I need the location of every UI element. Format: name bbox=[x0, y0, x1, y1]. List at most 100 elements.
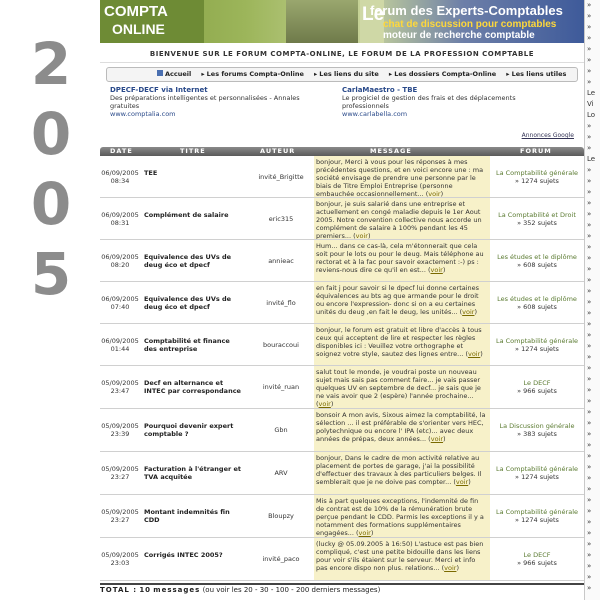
right-strip-item[interactable]: » bbox=[585, 198, 600, 209]
nav-item-useful-links[interactable]: ▸ Les liens utiles bbox=[506, 70, 566, 78]
view-link[interactable]: voir bbox=[468, 350, 480, 358]
ads-google-link[interactable]: Annonces Google bbox=[522, 132, 574, 139]
site-logo[interactable]: COMPTA ONLINE bbox=[100, 0, 204, 43]
row-forum[interactable]: Les études et le diplôme» 608 sujets bbox=[490, 253, 584, 269]
right-strip-item[interactable]: » bbox=[585, 528, 600, 539]
view-link[interactable]: voir bbox=[444, 564, 456, 572]
right-strip-item[interactable]: » bbox=[585, 231, 600, 242]
right-strip-item[interactable]: » bbox=[585, 33, 600, 44]
view-link[interactable]: voir bbox=[359, 529, 371, 537]
right-strip-item[interactable]: » bbox=[585, 484, 600, 495]
right-strip-item[interactable]: » bbox=[585, 572, 600, 583]
row-forum[interactable]: Le DECF» 966 sujets bbox=[490, 379, 584, 395]
right-strip-item[interactable]: » bbox=[585, 308, 600, 319]
row-title[interactable]: Comptabilité et finance des entreprise bbox=[144, 337, 244, 353]
row-author[interactable]: invité_Brigitte bbox=[250, 173, 312, 181]
right-strip-item[interactable]: » bbox=[585, 352, 600, 363]
row-forum[interactable]: Les études et le diplôme» 608 sujets bbox=[490, 295, 584, 311]
ad-item[interactable]: CarlaMaestro - TBE Le progiciel de gesti… bbox=[342, 86, 542, 118]
row-author[interactable]: invité_flo bbox=[250, 299, 312, 307]
right-strip-item[interactable]: » bbox=[585, 66, 600, 77]
total-more-links[interactable]: (ou voir les 20 - 30 - 100 - 200 dernier… bbox=[203, 586, 381, 594]
row-forum[interactable]: La Discussion générale» 383 sujets bbox=[490, 422, 584, 438]
right-strip-item[interactable]: » bbox=[585, 319, 600, 330]
nav-item-dossiers[interactable]: ▸ Les dossiers Compta-Online bbox=[389, 70, 496, 78]
right-strip-item[interactable]: » bbox=[585, 77, 600, 88]
right-strip-item[interactable]: » bbox=[585, 253, 600, 264]
row-title[interactable]: Pourquoi devenir expert comptable ? bbox=[144, 422, 244, 438]
row-forum[interactable]: La Comptabilité générale» 1274 sujets bbox=[490, 465, 584, 481]
right-strip-item[interactable]: » bbox=[585, 506, 600, 517]
row-author[interactable]: ARV bbox=[250, 469, 312, 477]
right-strip-item[interactable]: Le bbox=[585, 154, 600, 165]
row-forum[interactable]: La Comptabilité générale» 1274 sujets bbox=[490, 337, 584, 353]
right-strip-item[interactable]: » bbox=[585, 473, 600, 484]
row-title[interactable]: Montant indemnités fin CDD bbox=[144, 508, 244, 524]
right-strip-item[interactable]: Lo bbox=[585, 110, 600, 121]
right-strip-item[interactable]: » bbox=[585, 495, 600, 506]
right-strip-item[interactable]: » bbox=[585, 22, 600, 33]
row-author[interactable]: invité_ruan bbox=[250, 383, 312, 391]
right-strip-item[interactable]: » bbox=[585, 11, 600, 22]
row-author[interactable]: annieac bbox=[250, 257, 312, 265]
right-strip-item[interactable]: » bbox=[585, 121, 600, 132]
right-strip-item[interactable]: » bbox=[585, 583, 600, 594]
nav-item-forums[interactable]: ▸ Les forums Compta-Online bbox=[201, 70, 304, 78]
ad-url[interactable]: www.comptalia.com bbox=[110, 110, 310, 118]
ad-title[interactable]: CarlaMaestro - TBE bbox=[342, 86, 542, 94]
row-author[interactable]: invité_paco bbox=[250, 555, 312, 563]
ad-url[interactable]: www.carlabella.com bbox=[342, 110, 542, 118]
nav-item-home[interactable]: Accueil bbox=[157, 70, 191, 78]
row-title[interactable]: Equivalence des UVs de deug éco et dpecf bbox=[144, 253, 244, 269]
view-link[interactable]: voir bbox=[356, 232, 368, 239]
ad-item[interactable]: DPECF-DECF via Internet Des préparations… bbox=[110, 86, 310, 118]
right-strip-item[interactable]: » bbox=[585, 462, 600, 473]
right-strip-item[interactable]: » bbox=[585, 418, 600, 429]
view-link[interactable]: voir bbox=[319, 400, 331, 408]
right-strip-item[interactable]: » bbox=[585, 341, 600, 352]
right-strip-item[interactable]: Vi bbox=[585, 99, 600, 110]
right-strip-item[interactable]: » bbox=[585, 209, 600, 220]
row-author[interactable]: Gbn bbox=[250, 426, 312, 434]
right-strip-item[interactable]: » bbox=[585, 330, 600, 341]
nav-item-site-links[interactable]: ▸ Les liens du site bbox=[314, 70, 379, 78]
right-strip-item[interactable]: » bbox=[585, 143, 600, 154]
view-link[interactable]: voir bbox=[431, 435, 443, 443]
row-author[interactable]: bouraccoui bbox=[250, 341, 312, 349]
ad-title[interactable]: DPECF-DECF via Internet bbox=[110, 86, 310, 94]
right-strip-item[interactable]: » bbox=[585, 396, 600, 407]
right-strip-item[interactable]: » bbox=[585, 429, 600, 440]
right-strip-item[interactable]: » bbox=[585, 176, 600, 187]
view-link[interactable]: voir bbox=[428, 190, 440, 197]
right-strip-item[interactable]: » bbox=[585, 539, 600, 550]
right-strip-item[interactable]: » bbox=[585, 242, 600, 253]
row-title[interactable]: Equivalence des UVs de deug éco et dpecf bbox=[144, 295, 244, 311]
row-title[interactable]: Facturation à l'étranger et TVA acquitée bbox=[144, 465, 244, 481]
row-title[interactable]: Decf en alternance et INTEC par correspo… bbox=[144, 379, 244, 395]
right-strip-item[interactable]: » bbox=[585, 0, 600, 11]
right-strip-item[interactable]: » bbox=[585, 451, 600, 462]
right-strip-item[interactable]: » bbox=[585, 187, 600, 198]
right-strip-item[interactable]: » bbox=[585, 550, 600, 561]
row-forum[interactable]: Le DECF» 966 sujets bbox=[490, 551, 584, 567]
right-strip-item[interactable]: » bbox=[585, 132, 600, 143]
right-strip-item[interactable]: » bbox=[585, 275, 600, 286]
right-strip-item[interactable]: » bbox=[585, 44, 600, 55]
row-forum[interactable]: La Comptabilité générale» 1274 sujets bbox=[490, 508, 584, 524]
right-strip-item[interactable]: » bbox=[585, 517, 600, 528]
view-link[interactable]: voir bbox=[456, 478, 468, 486]
view-link[interactable]: voir bbox=[462, 308, 474, 316]
row-author[interactable]: Bloupzy bbox=[250, 512, 312, 520]
right-strip-item[interactable]: » bbox=[585, 363, 600, 374]
row-title[interactable]: Corrigés INTEC 2005? bbox=[144, 551, 244, 559]
right-strip-item[interactable]: » bbox=[585, 374, 600, 385]
right-strip-item[interactable]: » bbox=[585, 297, 600, 308]
row-forum[interactable]: La Comptabilité générale» 1274 sujets bbox=[490, 169, 584, 185]
right-strip-item[interactable]: » bbox=[585, 220, 600, 231]
row-title[interactable]: Complément de salaire bbox=[144, 211, 244, 219]
right-strip-item[interactable]: » bbox=[585, 165, 600, 176]
right-strip-item[interactable]: » bbox=[585, 561, 600, 572]
right-strip-item[interactable]: » bbox=[585, 440, 600, 451]
view-link[interactable]: voir bbox=[431, 266, 443, 274]
right-strip-item[interactable]: » bbox=[585, 264, 600, 275]
